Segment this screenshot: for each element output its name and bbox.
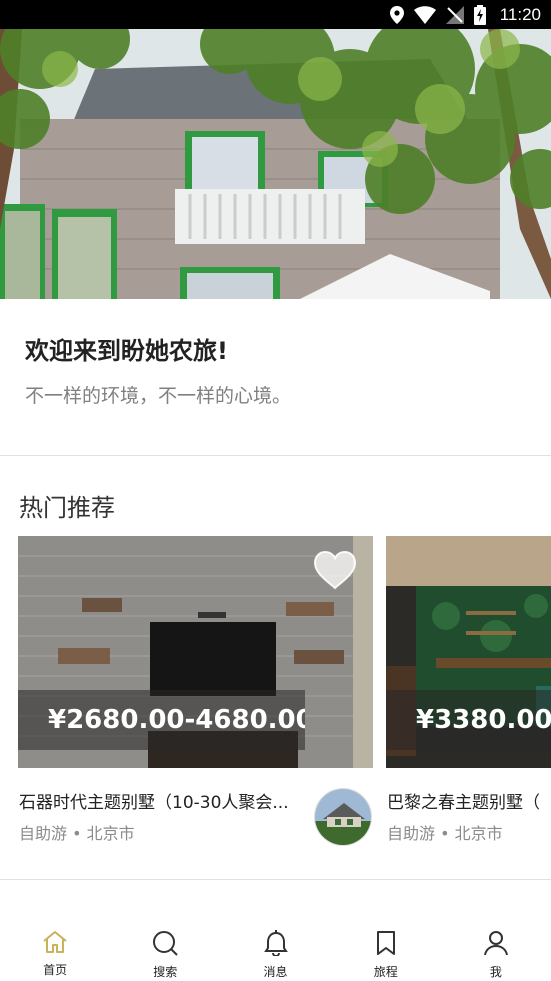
listing-name[interactable]: 巴黎之春主题别墅（ <box>387 788 540 813</box>
nav-trips-label: 旅程 <box>373 965 398 979</box>
welcome-title: 欢迎来到盼她农旅! <box>25 337 228 365</box>
welcome-section: 欢迎来到盼她农旅! 不一样的环境，不一样的心境。 <box>0 299 551 455</box>
nav-home[interactable]: 首页 <box>0 922 110 981</box>
listing-price: ¥2680.00-4680.00 <box>18 690 305 750</box>
listing-card[interactable]: ¥2680.00-4680.00 石器时代主题别墅（10-30人聚会... 自助… <box>18 536 374 856</box>
listing-card[interactable]: ¥3380.00-5 巴黎之春主题别墅（ 自助游 • 北京市 <box>386 536 551 856</box>
nav-search[interactable]: 搜索 <box>110 922 220 981</box>
bottom-nav: 首页 搜索 消息 旅程 我 <box>0 922 551 981</box>
nav-me[interactable]: 我 <box>441 922 551 981</box>
section-divider <box>0 879 551 880</box>
host-avatar[interactable] <box>314 788 372 846</box>
search-icon <box>152 930 179 960</box>
no-signal-icon <box>445 5 464 24</box>
welcome-subtitle: 不一样的环境，不一样的心境。 <box>25 385 292 407</box>
nav-me-label: 我 <box>489 965 502 979</box>
section-divider <box>0 455 551 456</box>
nav-trips[interactable]: 旅程 <box>331 922 441 981</box>
app-screen: 11:20 欢迎来到盼她农旅! 不一样的环境，不一样的心境。 热门推荐 ¥268… <box>0 0 551 981</box>
user-icon <box>483 930 509 960</box>
hot-section-title: 热门推荐 <box>19 494 115 522</box>
nav-messages-label: 消息 <box>263 965 288 979</box>
listing-image[interactable]: ¥2680.00-4680.00 <box>18 536 373 768</box>
home-icon <box>42 930 68 958</box>
battery-charging-icon <box>473 4 486 25</box>
wifi-icon <box>413 5 436 24</box>
listing-meta: 自助游 • 北京市 <box>19 824 135 843</box>
listing-price: ¥3380.00-5 <box>386 690 551 750</box>
favorite-heart-icon[interactable] <box>313 550 357 590</box>
nav-messages[interactable]: 消息 <box>220 922 330 981</box>
nav-search-label: 搜索 <box>153 965 178 979</box>
listing-meta: 自助游 • 北京市 <box>387 824 503 843</box>
listing-name[interactable]: 石器时代主题别墅（10-30人聚会... <box>19 788 289 813</box>
location-icon <box>389 5 404 24</box>
status-time: 11:20 <box>499 4 541 24</box>
nav-home-label: 首页 <box>43 963 68 977</box>
hero-banner-image[interactable] <box>0 29 551 299</box>
bookmark-icon <box>375 930 397 960</box>
status-bar: 11:20 <box>0 0 551 29</box>
listing-image[interactable]: ¥3380.00-5 <box>386 536 551 768</box>
bell-icon <box>263 930 288 960</box>
